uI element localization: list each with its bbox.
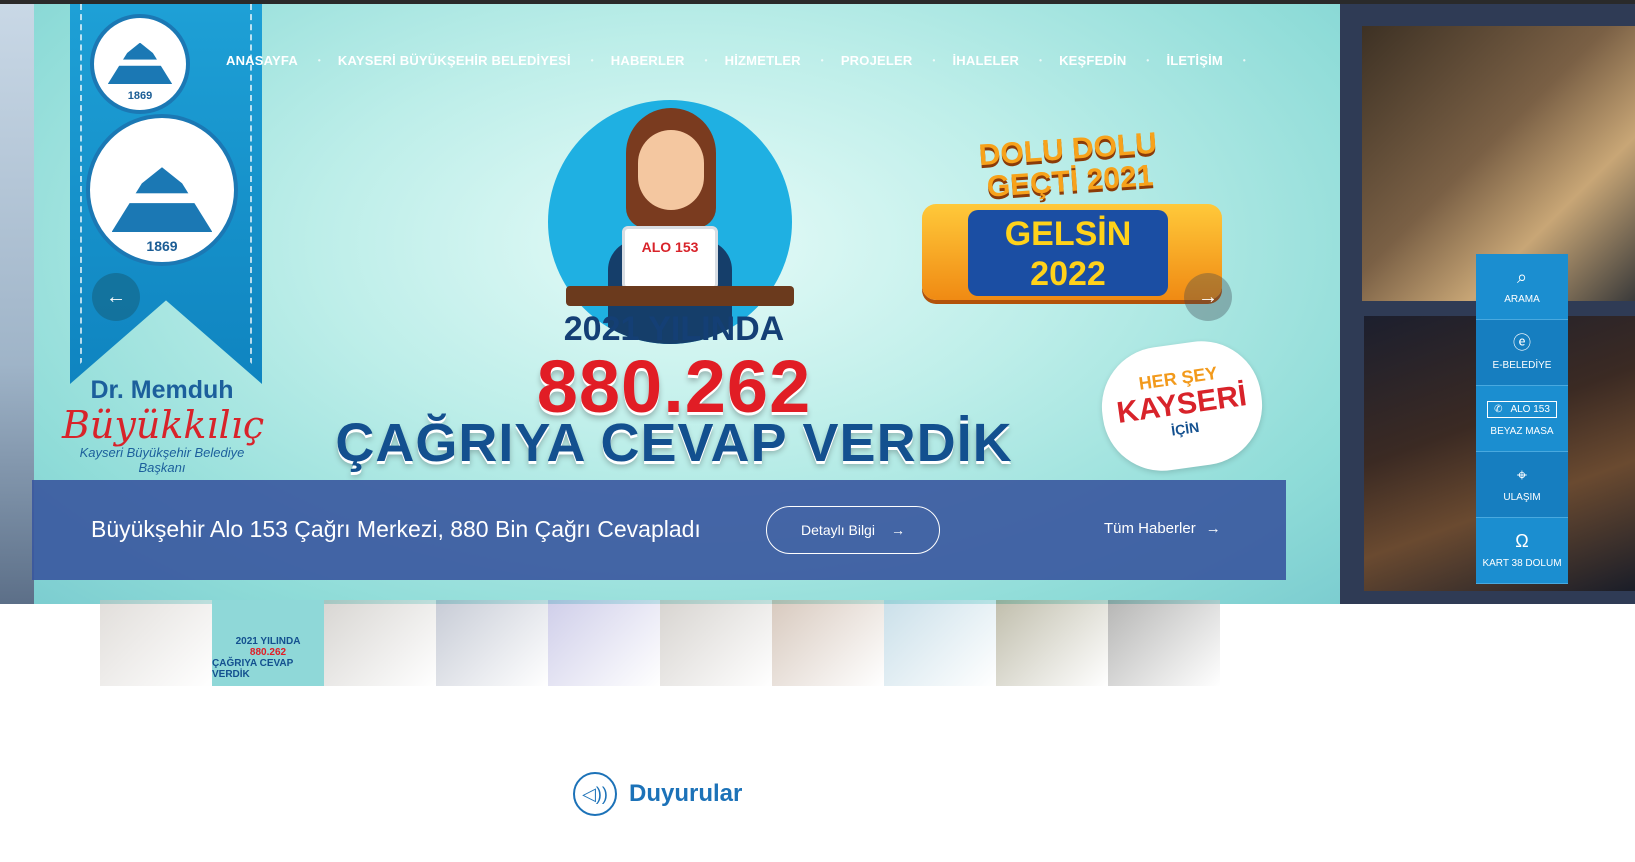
all-news-label: Tüm Haberler [1104, 520, 1196, 537]
beyaz-masa-label: BEYAZ MASA [1490, 425, 1554, 437]
quick-access-menu: ⌕ ARAMA ⓔ E-BELEDİYE ✆ ALO 153 BEYAZ MAS… [1476, 254, 1568, 584]
megaphone-icon: ◁)) [573, 772, 617, 816]
nav-item-iletisim[interactable]: İLETİŞİM [1146, 53, 1245, 68]
kart38-button[interactable]: Ω KART 38 DOLUM [1476, 518, 1568, 584]
search-label: ARAMA [1504, 294, 1540, 305]
nav-item-kayseri-buyuksehir-belediyesi[interactable]: KAYSERİ BÜYÜKŞEHİR BELEDİYESİ [318, 53, 594, 68]
arrow-right-icon: → [1205, 520, 1221, 537]
thumbnail-5[interactable] [660, 600, 772, 686]
card-icon: Ω [1515, 531, 1529, 551]
slider-thumbnails: 2021 YILINDA 880.262 ÇAĞRIYA CEVAP VERDİ… [100, 600, 1224, 686]
slide-caption-bar: Büyükşehir Alo 153 Çağrı Merkezi, 880 Bi… [32, 480, 1286, 580]
mayor-signature: Dr. Memduh Büyükkılıç Kayseri Büyükşehir… [62, 376, 265, 475]
badge-line-1: DOLU DOLU GEÇTİ 2021 [977, 126, 1158, 204]
nav-item-anasayfa[interactable]: ANASAYFA [206, 53, 321, 68]
announcements-title: Duyurular [629, 780, 743, 807]
site-logo-large[interactable]: 1869 [86, 114, 238, 266]
thumbnail-active[interactable]: 2021 YILINDA 880.262 ÇAĞRIYA CEVAP VERDİ… [212, 600, 324, 686]
slide-caption-title[interactable]: Büyükşehir Alo 153 Çağrı Merkezi, 880 Bi… [91, 516, 701, 543]
nav-item-haberler[interactable]: HABERLER [591, 53, 708, 68]
mountain-emblem-icon [107, 42, 173, 84]
thumb-year: 2021 YILINDA [235, 636, 301, 647]
call-center-agent-illustration: ALO 153 [548, 100, 792, 344]
slide-headline: ÇAĞRIYA CEVAP VERDİK [335, 413, 1013, 473]
ulasim-button[interactable]: ⌖ ULAŞIM [1476, 452, 1568, 518]
details-button[interactable]: Detaylı Bilgi → [766, 506, 940, 554]
thumbnail-9[interactable] [1108, 600, 1220, 686]
logo-year: 1869 [146, 238, 178, 254]
laptop-illustration: ALO 153 [622, 226, 718, 290]
alo-153-label: ALO 153 [1510, 403, 1550, 415]
mayor-role: Kayseri Büyükşehir Belediye Başkanı [79, 445, 245, 475]
thumbnail-4[interactable] [548, 600, 660, 686]
mountain-emblem-icon [111, 167, 213, 232]
e-belediye-icon: ⓔ [1513, 333, 1531, 353]
prev-slide-preview[interactable] [0, 4, 34, 604]
nav-item-projeler[interactable]: PROJELER [821, 53, 935, 68]
details-button-label: Detaylı Bilgi [801, 522, 875, 538]
site-logo-small[interactable]: 1869 [90, 14, 190, 114]
her-sey-kayseri-sticker: HER ŞEY KAYSERİ İÇİN [1094, 333, 1270, 479]
map-pin-icon: ⌖ [1516, 465, 1528, 485]
nav-item-hizmetler[interactable]: HİZMETLER [705, 53, 824, 68]
all-news-link[interactable]: Tüm Haberler → [1104, 520, 1221, 537]
thumbnail-0[interactable] [100, 600, 212, 686]
thumbnail-2[interactable] [324, 600, 436, 686]
main-navigation: ANASAYFA KAYSERİ BÜYÜKŞEHİR BELEDİYESİ H… [206, 48, 1245, 72]
slider-next-button[interactable]: → [1184, 273, 1232, 321]
badge-line-2: GELSİN 2022 [968, 210, 1168, 296]
search-button[interactable]: ⌕ ARAMA [1476, 254, 1568, 320]
logo-year: 1869 [127, 90, 153, 102]
nav-item-kesfedin[interactable]: KEŞFEDİN [1039, 53, 1150, 68]
e-belediye-button[interactable]: ⓔ E-BELEDİYE [1476, 320, 1568, 386]
thumbnail-7[interactable] [884, 600, 996, 686]
phone-icon: ✆ [1494, 403, 1503, 415]
mayor-name: Büyükkılıç [62, 403, 265, 447]
kart38-label: KART 38 DOLUM [1482, 558, 1562, 569]
new-year-badge: DOLU DOLU GEÇTİ 2021 GELSİN 2022 [914, 127, 1224, 314]
agent-face [638, 130, 704, 210]
slider-prev-button[interactable]: ← [92, 273, 140, 321]
desk-illustration [566, 286, 794, 306]
arrow-right-icon: → [1198, 285, 1218, 308]
arrow-left-icon: ← [106, 285, 126, 308]
thumbnail-8[interactable] [996, 600, 1108, 686]
nav-item-ihaleler[interactable]: İHALELER [932, 53, 1041, 68]
thumb-number: 880.262 [249, 647, 287, 658]
search-icon: ⌕ [1516, 267, 1528, 287]
thumb-text: ÇAĞRIYA CEVAP VERDİK [212, 658, 294, 680]
mayor-title: Dr. Memduh [90, 376, 234, 404]
thumbnail-6[interactable] [772, 600, 884, 686]
arrow-right-icon: → [890, 522, 905, 538]
announcements-heading: ◁)) Duyurular [573, 772, 742, 816]
alo-153-box: ✆ ALO 153 [1487, 400, 1557, 418]
beyaz-masa-button[interactable]: ✆ ALO 153 BEYAZ MASA [1476, 386, 1568, 452]
ulasim-label: ULAŞIM [1503, 492, 1541, 503]
thumbnail-3[interactable] [436, 600, 548, 686]
e-belediye-label: E-BELEDİYE [1492, 360, 1552, 371]
